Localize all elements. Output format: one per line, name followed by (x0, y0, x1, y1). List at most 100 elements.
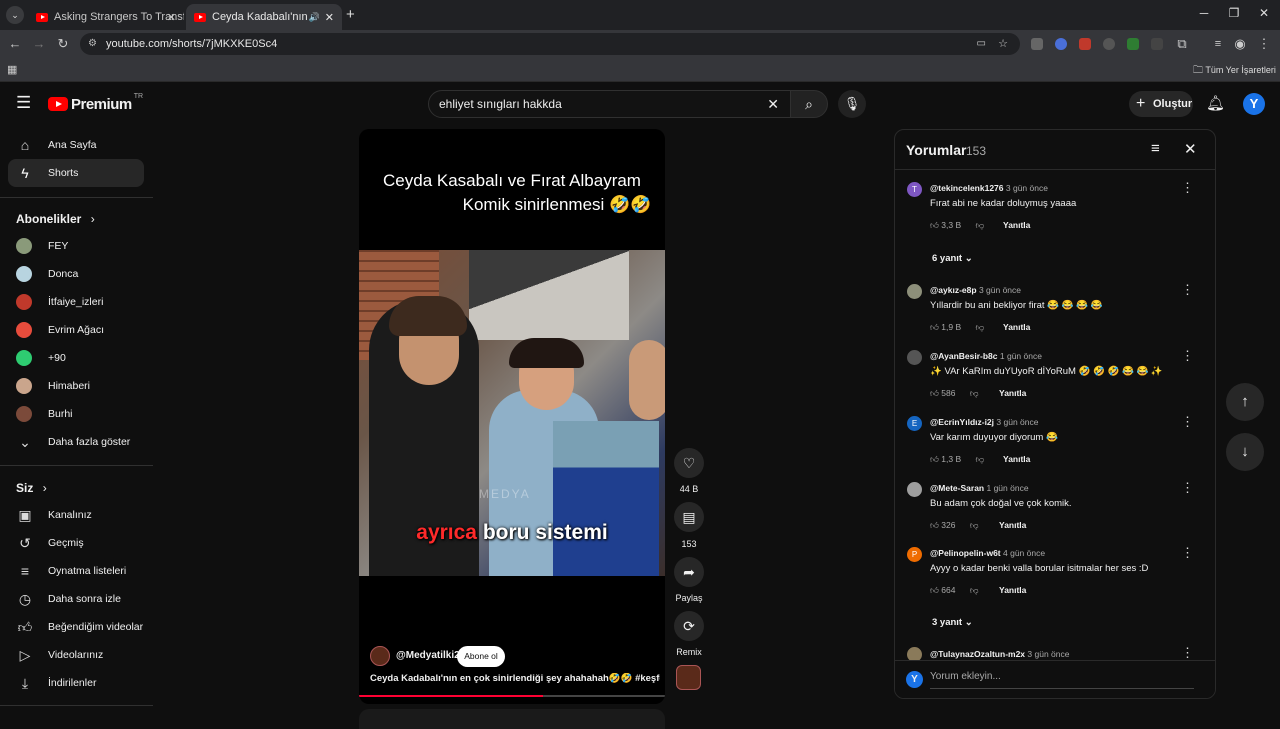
address-bar[interactable]: ⚙ youtube.com/shorts/7jMKXKE0Sc4 ▭ ☆ (80, 33, 1020, 55)
new-tab-button[interactable]: + (346, 6, 355, 23)
thumbs-down-icon[interactable]: 👎︎ (970, 388, 979, 398)
show-more-button[interactable]: ⌄ Daha fazla göster (8, 428, 144, 456)
commenter-avatar[interactable]: E (907, 416, 922, 431)
reply-button[interactable]: Yanıtla (1003, 322, 1030, 332)
sidebar-sub-itfaiye[interactable]: İtfaiye_izleri (8, 288, 144, 316)
more-options-icon[interactable]: ⋮ (1181, 645, 1194, 661)
cast-icon[interactable]: ▭ (977, 33, 986, 55)
commenter-avatar[interactable]: T (907, 182, 922, 197)
site-info-icon[interactable]: ⚙ (88, 33, 97, 55)
channel-avatar[interactable] (370, 646, 390, 666)
tab-list-button[interactable]: ⌄ (6, 6, 24, 24)
bookmark-star-icon[interactable]: ☆ (998, 33, 1008, 55)
thumbs-up-icon[interactable]: 👍︎ (930, 454, 939, 464)
thumbs-up-icon[interactable]: 👍︎ (930, 322, 939, 332)
hamburger-menu-icon[interactable]: ☰ (16, 94, 31, 112)
comment-input[interactable]: Yorum ekleyin... (930, 671, 1194, 689)
browser-tab-2[interactable]: Ceyda Kadabalı'nın en çok 🔊 ✕ (186, 4, 342, 30)
thumbs-down-icon[interactable]: 👎︎ (976, 220, 985, 230)
search-input[interactable]: ehliyet sınıgları hakkda ✕ (428, 90, 792, 118)
like-button[interactable]: ♡ (674, 448, 704, 478)
reply-button[interactable]: Yanıtla (999, 520, 1026, 530)
sidebar-item-history[interactable]: ↺ Geçmiş (8, 529, 144, 557)
share-button[interactable]: ➦ (674, 557, 704, 587)
close-tab-icon[interactable]: ✕ (167, 11, 176, 24)
sidebar-item-liked-videos[interactable]: 👍︎ Beğendiğim videolar (8, 613, 144, 641)
sidebar-sub-donca[interactable]: Donca (8, 260, 144, 288)
sound-avatar[interactable] (676, 665, 701, 690)
extension-icon[interactable] (1055, 38, 1067, 50)
media-control-icon[interactable]: ≡ (1210, 37, 1226, 51)
voice-search-button[interactable]: 🎙 (838, 90, 866, 118)
commenter-avatar[interactable] (907, 284, 922, 299)
sidebar-sub-plus90[interactable]: +90 (8, 344, 144, 372)
sidebar-item-your-videos[interactable]: ▷ Videolarınız (8, 641, 144, 669)
sidebar-item-watch-later[interactable]: ◷ Daha sonra izle (8, 585, 144, 613)
all-bookmarks-button[interactable]: 🗀 Tüm Yer İşaretleri (1193, 63, 1276, 80)
sidebar-sub-evrim-agaci[interactable]: Evrim Ağacı (8, 316, 144, 344)
window-close-icon[interactable]: ✕ (1254, 6, 1274, 20)
thumbs-up-icon[interactable]: 👍︎ (930, 520, 939, 530)
subscriptions-heading[interactable]: Abonelikler › (16, 212, 95, 226)
thumbs-down-icon[interactable]: 👎︎ (976, 454, 985, 464)
next-short-preview[interactable] (359, 709, 665, 729)
reply-button[interactable]: Yanıtla (999, 388, 1026, 398)
browser-tab-1[interactable]: Asking Strangers To Transform ✕ (28, 4, 184, 30)
sidebar-item-shorts[interactable]: ϟ Shorts (8, 159, 144, 187)
browser-menu-icon[interactable]: ⋮ (1256, 37, 1272, 51)
thumbs-up-icon[interactable]: 👍︎ (930, 585, 939, 595)
channel-handle[interactable]: @Medyatilki2 (396, 650, 460, 661)
sidebar-sub-himaberi[interactable]: Himaberi (8, 372, 144, 400)
comment-author[interactable]: @Mete-Saran 1 gün önce (930, 483, 1029, 493)
sidebar-item-your-channel[interactable]: ▣ Kanalınız (8, 501, 144, 529)
account-avatar[interactable]: Y (1243, 93, 1265, 115)
commenter-avatar[interactable]: P (907, 547, 922, 562)
sort-icon[interactable]: ≡ (1151, 140, 1160, 157)
extension-icon[interactable] (1127, 38, 1139, 50)
close-icon[interactable]: ✕ (1184, 140, 1197, 158)
youtube-logo[interactable]: Premium TR (48, 93, 143, 113)
thumbs-up-icon[interactable]: 👍︎ (930, 220, 939, 230)
thumbs-down-icon[interactable]: 👎︎ (976, 322, 985, 332)
profile-icon[interactable]: ◉ (1232, 37, 1248, 51)
more-options-icon[interactable]: ⋮ (1181, 282, 1194, 298)
extension-icon[interactable] (1103, 38, 1115, 50)
speaker-icon[interactable]: 🔊 (309, 12, 320, 23)
next-short-button[interactable]: ↓ (1226, 433, 1264, 471)
comment-author[interactable]: @aykız-e8p 3 gün önce (930, 285, 1021, 295)
reload-icon[interactable]: ↻ (55, 37, 71, 51)
thumbs-up-icon[interactable]: 👍︎ (930, 388, 939, 398)
sidebar-item-downloads[interactable]: ⤓ İndirilenler (8, 669, 144, 697)
more-options-icon[interactable]: ⋮ (1181, 545, 1194, 561)
commenter-avatar[interactable] (907, 350, 922, 365)
thumbs-down-icon[interactable]: 👎︎ (970, 585, 979, 595)
more-options-icon[interactable]: ⋮ (1181, 480, 1194, 496)
comment-author[interactable]: @TulaynazOzaltun-m2x 3 gün önce (930, 649, 1070, 659)
back-icon[interactable]: ← (7, 37, 23, 51)
comment-author[interactable]: @Pelinopelin-w6t 4 gün önce (930, 548, 1045, 558)
commenter-avatar[interactable] (907, 482, 922, 497)
comment-author[interactable]: @tekincelenk1276 3 gün önce (930, 183, 1048, 193)
create-button[interactable]: + Oluştur (1129, 91, 1193, 117)
clear-search-icon[interactable]: ✕ (767, 91, 779, 117)
extension-icon[interactable] (1031, 38, 1043, 50)
comments-button[interactable]: ▤ (674, 502, 704, 532)
comment-author[interactable]: @AyanBesir-b8c 1 gün önce (930, 351, 1042, 361)
more-options-icon[interactable]: ⋮ (1181, 348, 1194, 364)
more-options-icon[interactable]: ⋮ (1181, 180, 1194, 196)
remix-button[interactable]: ⟳ (674, 611, 704, 641)
notifications-bell-icon[interactable]: 🔔︎ (1206, 94, 1225, 112)
reply-button[interactable]: Yanıtla (1003, 454, 1030, 464)
reply-button[interactable]: Yanıtla (1003, 220, 1030, 230)
view-replies-button[interactable]: 6 yanıt ⌄ (932, 253, 973, 264)
search-button[interactable]: ⌕ (790, 90, 828, 118)
short-title[interactable]: Ceyda Kadabalı'nın en çok sinirlendiği ş… (370, 673, 660, 684)
sidebar-item-home[interactable]: ⌂ Ana Sayfa (8, 131, 144, 159)
progress-bar[interactable] (359, 695, 665, 697)
sidebar-sub-fey[interactable]: FEY (8, 232, 144, 260)
extension-icon[interactable] (1151, 38, 1163, 50)
previous-short-button[interactable]: ↑ (1226, 383, 1264, 421)
subscribe-button[interactable]: Abone ol (457, 646, 505, 667)
close-tab-icon[interactable]: ✕ (325, 11, 334, 24)
extensions-puzzle-icon[interactable]: ⧉ (1174, 37, 1190, 51)
